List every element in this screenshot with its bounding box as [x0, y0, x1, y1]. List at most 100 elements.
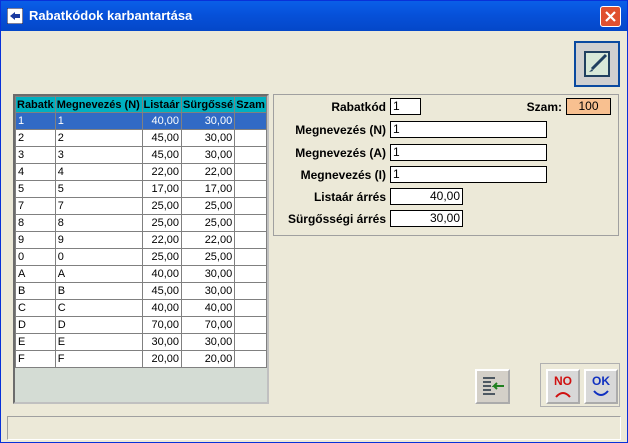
- table-cell: 2: [15, 129, 56, 147]
- szam-label: Szam:: [526, 100, 562, 114]
- megnev-n-input[interactable]: 1: [390, 121, 547, 138]
- table-cell: 4: [15, 163, 56, 181]
- table-cell: 30,00: [141, 333, 183, 351]
- table-cell: [234, 129, 267, 147]
- table-row[interactable]: B B 45,00 30,00: [15, 282, 267, 300]
- table-row[interactable]: 7 7 25,00 25,00: [15, 197, 267, 215]
- ok-label: OK: [592, 374, 610, 388]
- ok-icon: OK: [592, 374, 610, 396]
- table-cell: [234, 231, 267, 249]
- surgossegi-label: Sürgősségi árrés: [287, 212, 386, 226]
- rabatkod-input[interactable]: 1: [390, 98, 421, 115]
- table-cell: 3: [54, 146, 143, 164]
- table-cell: 0: [15, 248, 56, 266]
- table-row[interactable]: 2 2 45,00 30,00: [15, 129, 267, 147]
- table-row[interactable]: 3 3 45,00 30,00: [15, 146, 267, 164]
- table-cell: 1: [54, 112, 143, 130]
- table-cell: 25,00: [141, 197, 183, 215]
- table-row[interactable]: E E 30,00 30,00: [15, 333, 267, 351]
- table-cell: 45,00: [141, 146, 183, 164]
- table-row[interactable]: D D 70,00 70,00: [15, 316, 267, 334]
- main-window: Rabatkódok karbantartása Rabatk Megnevezé…: [0, 0, 628, 443]
- table-cell: 0: [54, 248, 143, 266]
- table-cell: 5: [54, 180, 143, 198]
- table-cell: [234, 214, 267, 232]
- table-row[interactable]: 5 5 17,00 17,00: [15, 180, 267, 198]
- table-row[interactable]: A A 40,00 30,00: [15, 265, 267, 283]
- megnev-i-label: Megnevezés (I): [300, 168, 386, 182]
- table-cell: 20,00: [141, 350, 183, 368]
- table-cell: 25,00: [141, 214, 183, 232]
- table-row[interactable]: 0 0 25,00 25,00: [15, 248, 267, 266]
- table-row[interactable]: F F 20,00 20,00: [15, 350, 267, 368]
- table-cell: 9: [54, 231, 143, 249]
- table-cell: 1: [15, 112, 56, 130]
- edit-icon: [584, 51, 610, 77]
- table-cell: 30,00: [181, 129, 236, 147]
- column-header[interactable]: Listaár: [141, 96, 183, 113]
- table-cell: D: [54, 316, 143, 334]
- rabat-grid[interactable]: Rabatk Megnevezés (N) Listaár Sürgőssé Szam …: [13, 94, 269, 404]
- table-cell: 22,00: [181, 163, 236, 181]
- table-cell: [234, 197, 267, 215]
- table-cell: B: [54, 282, 143, 300]
- close-icon: [605, 11, 616, 22]
- table-cell: 40,00: [181, 299, 236, 317]
- rabat-table: Rabatk Megnevezés (N) Listaár Sürgőssé Szam …: [15, 96, 267, 368]
- column-header[interactable]: Szam: [234, 96, 267, 113]
- table-cell: 40,00: [141, 265, 183, 283]
- table-cell: [234, 163, 267, 181]
- list-arrow-icon: [483, 377, 504, 395]
- table-cell: [234, 146, 267, 164]
- table-cell: 9: [15, 231, 56, 249]
- table-cell: 25,00: [181, 197, 236, 215]
- megnev-n-label: Megnevezés (N): [295, 123, 386, 137]
- table-cell: D: [15, 316, 56, 334]
- table-cell: 8: [15, 214, 56, 232]
- table-cell: 5: [15, 180, 56, 198]
- table-cell: 20,00: [181, 350, 236, 368]
- import-button[interactable]: [475, 369, 510, 404]
- table-cell: 30,00: [181, 265, 236, 283]
- table-cell: F: [54, 350, 143, 368]
- title-bar[interactable]: Rabatkódok karbantartása: [1, 1, 627, 31]
- table-cell: 25,00: [181, 248, 236, 266]
- table-cell: 17,00: [141, 180, 183, 198]
- table-cell: 30,00: [181, 333, 236, 351]
- table-cell: [234, 299, 267, 317]
- ok-button[interactable]: OK: [584, 369, 618, 404]
- szam-field: 100: [566, 98, 611, 115]
- table-cell: 70,00: [141, 316, 183, 334]
- table-row[interactable]: 4 4 22,00 22,00: [15, 163, 267, 181]
- table-cell: 30,00: [181, 112, 236, 130]
- table-cell: [234, 265, 267, 283]
- table-row[interactable]: 1 1 40,00 30,00: [15, 112, 267, 130]
- table-cell: 17,00: [181, 180, 236, 198]
- close-button[interactable]: [600, 6, 621, 27]
- table-cell: 25,00: [141, 248, 183, 266]
- table-row[interactable]: 8 8 25,00 25,00: [15, 214, 267, 232]
- megnev-a-label: Megnevezés (A): [295, 146, 386, 160]
- table-cell: [234, 282, 267, 300]
- megnev-a-input[interactable]: 1: [390, 144, 547, 161]
- column-header[interactable]: Megnevezés (N): [54, 96, 143, 113]
- table-cell: 22,00: [141, 163, 183, 181]
- megnev-i-input[interactable]: 1: [390, 166, 547, 183]
- table-cell: 2: [54, 129, 143, 147]
- no-button[interactable]: NO: [546, 369, 580, 404]
- column-header[interactable]: Sürgőssé: [181, 96, 236, 113]
- surgossegi-input[interactable]: 30,00: [390, 210, 463, 227]
- no-icon: NO: [554, 374, 572, 398]
- table-cell: 3: [15, 146, 56, 164]
- table-cell: 30,00: [181, 282, 236, 300]
- edit-button[interactable]: [574, 41, 620, 87]
- table-row[interactable]: C C 40,00 40,00: [15, 299, 267, 317]
- table-cell: C: [15, 299, 56, 317]
- table-row[interactable]: 9 9 22,00 22,00: [15, 231, 267, 249]
- listaar-input[interactable]: 40,00: [390, 188, 463, 205]
- table-cell: [234, 112, 267, 130]
- column-header[interactable]: Rabatk: [15, 96, 56, 113]
- table-cell: 7: [15, 197, 56, 215]
- table-cell: [234, 316, 267, 334]
- table-cell: F: [15, 350, 56, 368]
